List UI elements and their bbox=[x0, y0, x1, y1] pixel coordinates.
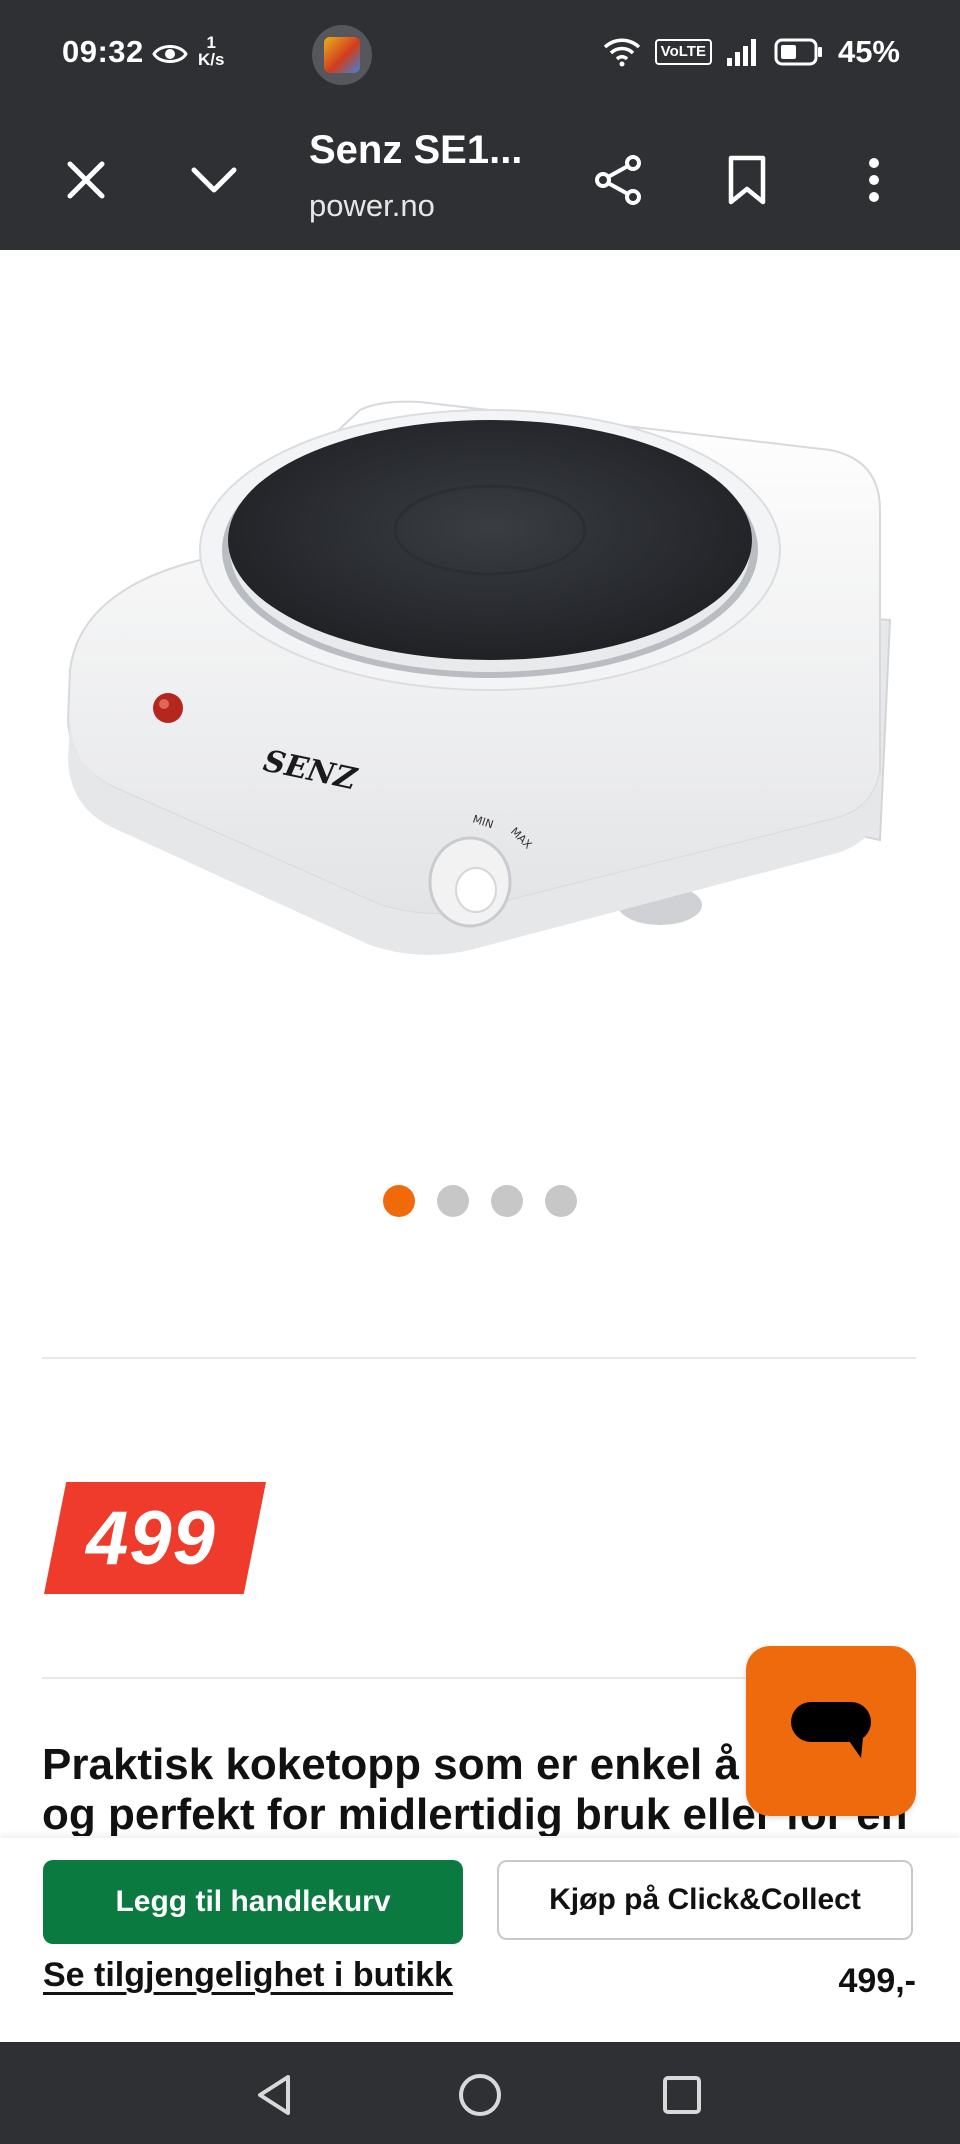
battery-icon bbox=[774, 38, 822, 66]
more-vert-icon bbox=[869, 158, 879, 202]
gallery-dot[interactable] bbox=[545, 1185, 577, 1217]
purchase-bar: Legg til handlekurv Kjøp på Click&Collec… bbox=[0, 1838, 960, 2042]
more-options-button[interactable] bbox=[838, 144, 910, 216]
page-title: Senz SE1... bbox=[309, 128, 523, 172]
signal-icon bbox=[726, 39, 756, 66]
back-button[interactable] bbox=[244, 2068, 304, 2122]
recents-button[interactable] bbox=[652, 2068, 712, 2122]
divider bbox=[42, 1357, 916, 1359]
chevron-down-icon bbox=[191, 167, 237, 193]
share-icon bbox=[595, 155, 641, 205]
gallery-dot[interactable] bbox=[491, 1185, 523, 1217]
store-availability-link[interactable]: Se tilgjengelighet i butikk bbox=[43, 1956, 453, 1995]
gallery-pagination bbox=[0, 1185, 960, 1217]
home-circle-icon bbox=[459, 2074, 501, 2116]
home-button[interactable] bbox=[450, 2068, 510, 2122]
gallery-dot[interactable] bbox=[383, 1185, 415, 1217]
eye-icon bbox=[152, 45, 188, 63]
speed-value: 1 bbox=[206, 33, 216, 52]
notification-app-icon bbox=[312, 25, 372, 85]
close-button[interactable] bbox=[50, 144, 122, 216]
hotplate-image: SENZ MIN MAX bbox=[66, 400, 892, 955]
status-bar: 09:32 1 K/s VoLTE 45% bbox=[0, 0, 960, 112]
volte-badge: VoLTE bbox=[654, 39, 712, 65]
status-time: 09:32 bbox=[62, 34, 144, 69]
status-right-group: VoLTE 45% bbox=[603, 34, 900, 70]
bookmark-button[interactable] bbox=[711, 144, 783, 216]
gallery-dot[interactable] bbox=[437, 1185, 469, 1217]
system-nav-bar bbox=[0, 2042, 960, 2144]
product-image-gallery[interactable]: SENZ MIN MAX bbox=[0, 250, 960, 1110]
minimize-button[interactable] bbox=[178, 144, 250, 216]
price-badge-value: 499 bbox=[86, 1495, 216, 1581]
share-button[interactable] bbox=[583, 144, 655, 216]
page-url: power.no bbox=[309, 188, 435, 223]
wifi-icon bbox=[603, 38, 640, 67]
bookmark-icon bbox=[728, 155, 766, 205]
chat-button[interactable] bbox=[746, 1646, 916, 1816]
network-speed: 1 K/s bbox=[198, 34, 224, 68]
bottom-price: 499,- bbox=[838, 1962, 917, 2000]
close-icon bbox=[67, 161, 105, 199]
battery-percent: 45% bbox=[837, 34, 900, 69]
browser-header: Senz SE1... power.no bbox=[0, 112, 960, 250]
add-to-cart-button[interactable]: Legg til handlekurv bbox=[43, 1860, 463, 1944]
recents-square-icon bbox=[663, 2076, 701, 2114]
chat-bubble-icon bbox=[791, 1702, 871, 1758]
click-collect-button[interactable]: Kjøp på Click&Collect bbox=[497, 1860, 913, 1940]
price-badge: 499 bbox=[44, 1482, 266, 1594]
speed-unit: K/s bbox=[198, 50, 225, 69]
back-triangle-icon bbox=[258, 2075, 290, 2115]
